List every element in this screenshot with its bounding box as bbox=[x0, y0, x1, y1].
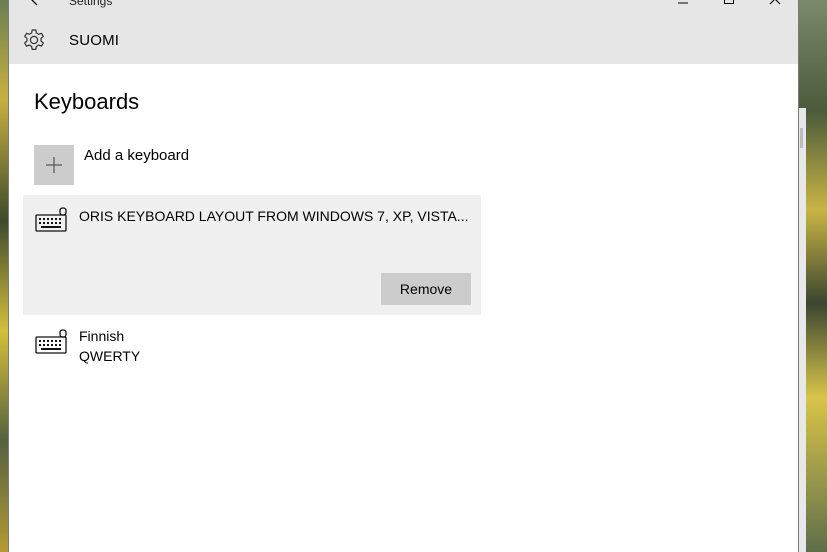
close-button[interactable] bbox=[752, 0, 798, 10]
keyboard-name: Finnish bbox=[79, 328, 125, 344]
back-button[interactable] bbox=[19, 0, 49, 10]
keyboard-name: ORIS KEYBOARD LAYOUT FROM WINDOWS 7, XP,… bbox=[79, 208, 469, 224]
maximize-button[interactable] bbox=[706, 0, 752, 10]
page-title: Keyboards bbox=[34, 89, 140, 114]
add-keyboard-button[interactable]: Add a keyboard bbox=[34, 145, 334, 185]
title-bar: Settings SUOMI bbox=[9, 0, 798, 64]
add-keyboard-label: Add a keyboard bbox=[84, 147, 190, 164]
minimize-icon bbox=[678, 2, 688, 4]
gear-icon bbox=[23, 29, 45, 50]
keyboard-layout: QWERTY bbox=[79, 348, 141, 364]
minimize-button[interactable] bbox=[660, 0, 706, 10]
keyboard-icon bbox=[35, 329, 67, 354]
window-title: Settings bbox=[69, 0, 113, 8]
keyboard-list-item-finnish[interactable]: Finnish QWERTY bbox=[23, 320, 481, 370]
back-arrow-icon bbox=[31, 0, 38, 6]
page-header: SUOMI bbox=[69, 32, 120, 49]
plus-icon bbox=[46, 157, 62, 173]
maximize-icon bbox=[724, 0, 734, 4]
add-keyboard-tile[interactable] bbox=[34, 145, 74, 185]
close-icon bbox=[769, 0, 781, 5]
remove-button[interactable]: Remove bbox=[381, 273, 471, 305]
keyboard-list-item-oris[interactable]: ORIS KEYBOARD LAYOUT FROM WINDOWS 7, XP,… bbox=[23, 195, 481, 315]
keyboard-icon bbox=[35, 207, 67, 232]
settings-window: Settings SUOMI Keyboards Add a keyboard … bbox=[8, 0, 799, 552]
